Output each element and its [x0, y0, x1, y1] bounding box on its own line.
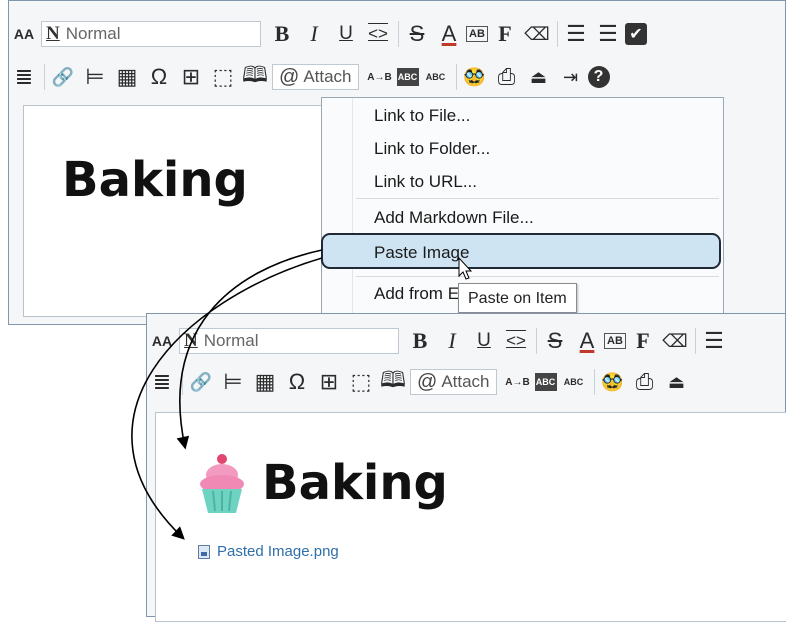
code-button[interactable]: <> — [363, 20, 393, 48]
help-icon[interactable]: ? — [587, 66, 610, 88]
find-replace-button[interactable]: A→B — [503, 368, 533, 396]
style-select-value: Normal — [65, 24, 121, 43]
menu-item-link-to-url[interactable]: Link to URL... — [374, 172, 477, 192]
font-color-button[interactable]: A — [434, 20, 464, 48]
paperclip-icon: @ — [417, 370, 438, 393]
style-select[interactable]: N Normal — [41, 21, 261, 47]
bold-button[interactable]: B — [267, 20, 297, 48]
table-icon[interactable]: ⊞ — [314, 368, 344, 396]
toolbar-separator — [455, 64, 457, 90]
spell-check-button[interactable]: ABC — [559, 368, 589, 396]
image-file-icon — [198, 544, 210, 559]
highlight-button[interactable]: AB — [604, 333, 626, 349]
eraser-icon[interactable]: ⌫ — [660, 327, 690, 355]
menu-item-paste-image[interactable]: Paste Image — [374, 243, 469, 263]
present-icon[interactable]: ⏏ — [524, 63, 554, 91]
toolbar-separator — [557, 21, 558, 47]
table-icon[interactable]: ⊞ — [176, 63, 206, 91]
find-replace-button[interactable]: A→B — [365, 63, 395, 91]
toolbar-row-1: AA N Normal B I U <> S A AB F ⌫ ☰ ☰ ✔ — [9, 16, 785, 52]
paperclip-icon: @ — [279, 65, 300, 88]
font-size-button[interactable]: AA — [147, 327, 177, 355]
toolbar-row-2: ≣ 🔗 ⊨ ▦ Ω ⊞ ⬚ 🕮 @ Attach A→B ABC ABC 🥸 ⎙… — [9, 59, 785, 95]
print-icon[interactable]: ⎙ — [630, 368, 660, 396]
omega-icon[interactable]: Ω — [144, 63, 174, 91]
attachment-link[interactable]: Pasted Image.png — [198, 543, 339, 560]
horizontal-rule-icon[interactable]: ⊨ — [80, 63, 110, 91]
style-select-value: Normal — [203, 331, 259, 350]
menu-item-link-to-folder[interactable]: Link to Folder... — [374, 139, 490, 159]
omega-icon[interactable]: Ω — [282, 368, 312, 396]
bullet-list-button[interactable]: ☰ — [561, 20, 591, 48]
editor-content-before[interactable]: Baking — [23, 105, 333, 317]
page-heading: Baking — [262, 455, 448, 511]
toolbar-row-2: ≣ 🔗 ⊨ ▦ Ω ⊞ ⬚ 🕮 @ Attach A→B ABC ABC 🥸 ⎙… — [147, 364, 785, 400]
style-icon: N — [184, 330, 198, 351]
spell-abc-button[interactable]: ABC — [534, 373, 557, 391]
link-icon[interactable]: 🔗 — [186, 368, 216, 396]
toolbar-separator — [695, 328, 696, 354]
font-button[interactable]: F — [490, 20, 520, 48]
checkbox-button[interactable]: ✔ — [625, 23, 647, 45]
menu-item-link-to-file[interactable]: Link to File... — [374, 106, 470, 126]
menu-divider — [356, 198, 719, 199]
frame-icon[interactable]: ⬚ — [346, 368, 376, 396]
font-size-button[interactable]: AA — [9, 20, 39, 48]
toolbar-separator — [536, 328, 537, 354]
editor-content-after[interactable]: Baking Pasted Image.png — [155, 412, 786, 622]
attach-label: Attach — [441, 372, 490, 391]
attachment-name: Pasted Image.png — [217, 543, 339, 560]
style-select[interactable]: N Normal — [179, 328, 399, 354]
spell-check-button[interactable]: ABC — [421, 63, 451, 91]
print-icon[interactable]: ⎙ — [492, 63, 522, 91]
italic-button[interactable]: I — [437, 327, 467, 355]
toolbar-separator — [398, 21, 399, 47]
frame-icon[interactable]: ⬚ — [208, 63, 238, 91]
numbered-list-button[interactable]: ☰ — [593, 20, 623, 48]
menu-divider — [356, 276, 719, 277]
book-icon[interactable]: 🕮 — [240, 62, 270, 91]
align-button[interactable]: ≣ — [9, 63, 39, 91]
page-heading: Baking — [62, 152, 248, 208]
horizontal-rule-icon[interactable]: ⊨ — [218, 368, 248, 396]
present-icon[interactable]: ⏏ — [662, 368, 692, 396]
bullet-list-button[interactable]: ☰ — [699, 327, 729, 355]
toolbar-row-1: AA N Normal B I U <> S A AB F ⌫ ☰ — [147, 323, 785, 359]
toolbar-separator — [182, 369, 183, 395]
underline-button[interactable]: U — [331, 20, 361, 48]
link-icon[interactable]: 🔗 — [48, 63, 78, 91]
calendar-icon[interactable]: ▦ — [250, 368, 280, 396]
strikethrough-button[interactable]: S — [402, 20, 432, 48]
toolbar-separator — [44, 64, 45, 90]
attach-button[interactable]: @ Attach — [410, 369, 497, 395]
calendar-icon[interactable]: ▦ — [112, 63, 142, 91]
font-button[interactable]: F — [628, 327, 658, 355]
disguise-icon[interactable]: 🥸 — [598, 368, 628, 396]
underline-button[interactable]: U — [469, 327, 499, 355]
font-color-button[interactable]: A — [572, 327, 602, 355]
code-button[interactable]: <> — [501, 327, 531, 355]
strikethrough-button[interactable]: S — [540, 327, 570, 355]
toolbar-separator — [593, 369, 595, 395]
bold-button[interactable]: B — [405, 327, 435, 355]
editor-window-after: AA N Normal B I U <> S A AB F ⌫ ☰ ≣ 🔗 ⊨ … — [146, 313, 786, 622]
italic-button[interactable]: I — [299, 20, 329, 48]
book-icon[interactable]: 🕮 — [378, 367, 408, 396]
eraser-icon[interactable]: ⌫ — [522, 20, 552, 48]
disguise-icon[interactable]: 🥸 — [460, 63, 490, 91]
collapse-icon[interactable]: ⇥ — [556, 63, 586, 91]
spell-abc-button[interactable]: ABC — [396, 68, 419, 86]
attach-button[interactable]: @ Attach — [272, 64, 359, 90]
menu-item-add-markdown-file[interactable]: Add Markdown File... — [374, 208, 534, 228]
style-icon: N — [46, 23, 60, 44]
tooltip: Paste on Item — [458, 283, 577, 313]
cupcake-icon — [200, 454, 244, 513]
highlight-button[interactable]: AB — [466, 26, 488, 42]
menu-item-add-from[interactable]: Add from E — [374, 284, 459, 304]
align-button[interactable]: ≣ — [147, 368, 177, 396]
menu-gutter — [352, 98, 353, 324]
attach-label: Attach — [303, 67, 352, 86]
